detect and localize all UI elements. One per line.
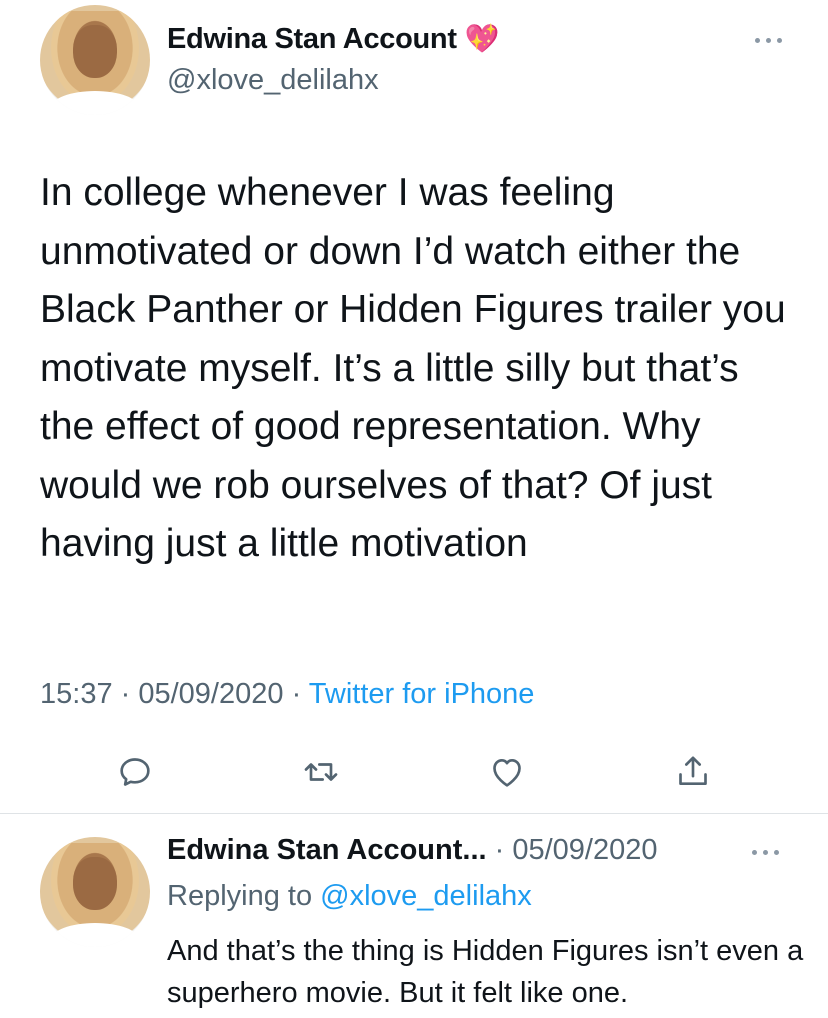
- retweet-icon: [304, 763, 338, 781]
- retweet-button[interactable]: [301, 752, 341, 792]
- reply-header: Edwina Stan Account... · 05/09/2020: [167, 834, 658, 866]
- author-handle[interactable]: @xlove_delilahx: [167, 64, 379, 97]
- more-options-icon[interactable]: [755, 35, 785, 45]
- tweet-date: 05/09/2020: [138, 678, 284, 710]
- replying-to-handle-link[interactable]: @xlove_delilahx: [320, 880, 532, 912]
- share-button[interactable]: [673, 752, 713, 792]
- like-icon: [493, 759, 521, 787]
- sparkling-heart-emoji: 💖: [464, 23, 500, 54]
- replying-to: Replying to @xlove_delilahx: [167, 880, 532, 912]
- tweet-meta: 15:37 · 05/09/2020 · Twitter for iPhone: [40, 678, 535, 710]
- reply-button[interactable]: [115, 752, 155, 792]
- tweet-time: 15:37: [40, 678, 113, 710]
- share-icon: [679, 756, 707, 785]
- divider: [0, 813, 828, 814]
- reply-author-name[interactable]: Edwina Stan Account...: [167, 834, 487, 866]
- reply-icon: [120, 758, 150, 786]
- tweet-text: In college whenever I was feeling unmoti…: [40, 171, 786, 565]
- tweet-source-link[interactable]: Twitter for iPhone: [309, 678, 535, 710]
- author-avatar[interactable]: [40, 5, 150, 115]
- reply-tweet-text: And that’s the thing is Hidden Figures i…: [167, 935, 804, 1009]
- reply-more-options-icon[interactable]: [752, 847, 782, 857]
- author-name[interactable]: Edwina Stan Account 💖: [167, 22, 499, 56]
- like-button[interactable]: [487, 752, 527, 792]
- reply-date[interactable]: 05/09/2020: [512, 834, 657, 866]
- reply-author-avatar[interactable]: [40, 837, 150, 947]
